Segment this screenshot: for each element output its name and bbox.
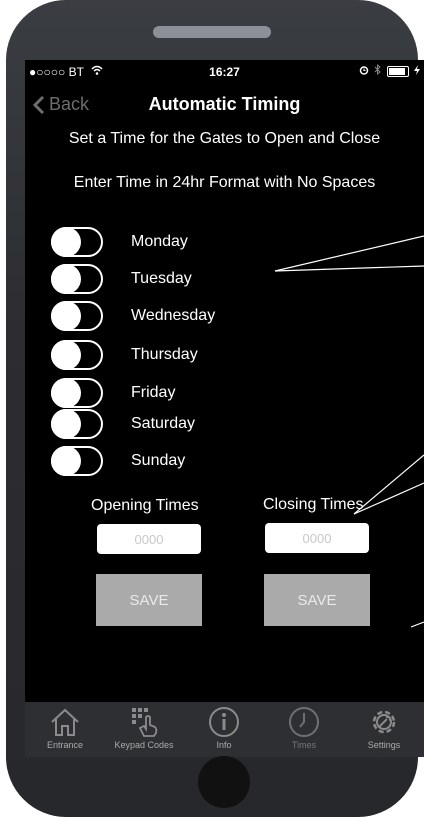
status-icons xyxy=(359,63,420,78)
instruction-open-close: Set a Time for the Gates to Open and Clo… xyxy=(68,130,381,147)
saturday-toggle[interactable] xyxy=(51,409,103,439)
tab-keypad-codes[interactable]: Keypad Codes xyxy=(104,702,184,757)
home-icon xyxy=(51,708,79,736)
day-label: Sunday xyxy=(131,452,186,469)
page-title: Automatic Timing xyxy=(148,94,301,114)
tab-times[interactable]: Times xyxy=(264,702,344,757)
day-row-tuesday: Tuesday xyxy=(51,264,192,294)
friday-toggle[interactable] xyxy=(51,378,103,408)
status-bar: ●○○○○ BT 16:27 xyxy=(25,60,424,82)
day-label: Monday xyxy=(131,233,188,250)
instruction-24hr-format: Enter Time in 24hr Format with No Spaces xyxy=(73,174,376,191)
tab-entrance[interactable]: Entrance xyxy=(25,702,105,757)
toggle-knob xyxy=(51,378,81,408)
toggle-knob xyxy=(51,340,81,370)
tab-settings[interactable]: Settings xyxy=(344,702,424,757)
tab-label: Info xyxy=(216,740,232,750)
tab-bar: Entrance Keypad Codes Info Times Setting… xyxy=(25,702,424,757)
save-opening-button[interactable]: SAVE xyxy=(96,574,202,626)
save-closing-button[interactable]: SAVE xyxy=(264,574,370,626)
alarm-icon xyxy=(359,64,369,78)
app-screen: ●○○○○ BT 16:27 Back Automatic Timing Set… xyxy=(25,60,424,757)
bluetooth-icon xyxy=(374,63,382,78)
toggle-knob xyxy=(51,227,81,257)
toggle-knob xyxy=(51,409,81,439)
charging-icon xyxy=(414,64,420,78)
day-row-thursday: Thursday xyxy=(51,340,198,370)
keypad-icon xyxy=(132,708,158,737)
day-label: Saturday xyxy=(131,415,196,432)
day-row-sunday: Sunday xyxy=(51,446,185,476)
day-label: Thursday xyxy=(131,346,198,363)
day-row-friday: Friday xyxy=(51,378,175,408)
navigation-bar: Back Automatic Timing xyxy=(25,86,424,122)
opening-time-input[interactable] xyxy=(97,524,201,554)
tuesday-toggle[interactable] xyxy=(51,264,103,294)
day-row-monday: Monday xyxy=(51,227,188,257)
clock-icon xyxy=(289,707,319,737)
tab-label: Keypad Codes xyxy=(114,740,174,750)
day-label: Friday xyxy=(131,384,176,401)
opening-times-label: Opening Times xyxy=(91,497,199,514)
info-icon xyxy=(209,707,239,737)
tab-label: Settings xyxy=(367,740,401,750)
toggle-knob xyxy=(51,446,81,476)
home-button[interactable] xyxy=(198,756,250,808)
tab-label: Times xyxy=(291,740,317,750)
gear-icon xyxy=(372,710,396,734)
battery-icon xyxy=(387,65,409,77)
toggle-knob xyxy=(51,301,81,331)
thursday-toggle[interactable] xyxy=(51,340,103,370)
day-row-wednesday: Wednesday xyxy=(51,301,215,331)
sunday-toggle[interactable] xyxy=(51,446,103,476)
earpiece-speaker xyxy=(153,26,271,38)
closing-time-input[interactable] xyxy=(265,523,369,553)
toggle-knob xyxy=(51,264,81,294)
phone-frame: ●○○○○ BT 16:27 Back Automatic Timing Set… xyxy=(6,0,424,817)
monday-toggle[interactable] xyxy=(51,227,103,257)
day-row-saturday: Saturday xyxy=(51,409,195,439)
tab-label: Entrance xyxy=(46,740,84,750)
day-label: Wednesday xyxy=(131,307,216,324)
wednesday-toggle[interactable] xyxy=(51,301,103,331)
tab-info[interactable]: Info xyxy=(184,702,264,757)
closing-times-label: Closing Times xyxy=(263,496,364,513)
day-label: Tuesday xyxy=(131,270,192,287)
